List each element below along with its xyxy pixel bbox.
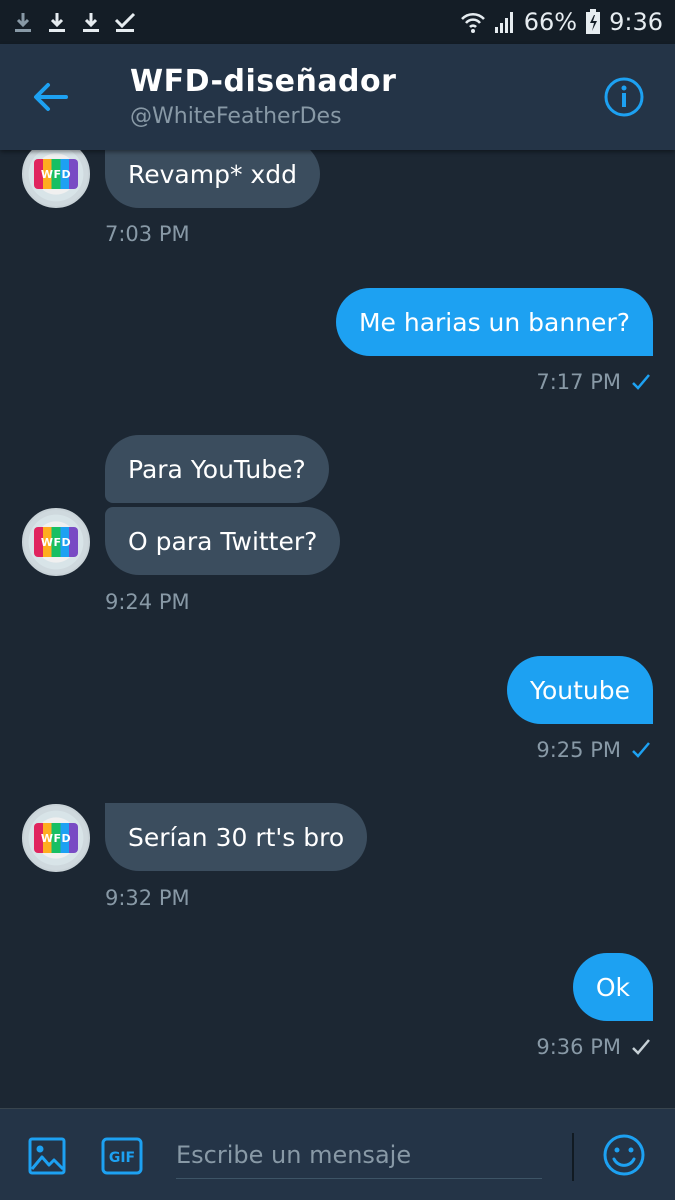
wifi-icon xyxy=(460,10,486,34)
message-input[interactable] xyxy=(176,1131,542,1179)
message-time: 9:25 PM xyxy=(536,738,621,762)
read-check-icon xyxy=(632,374,650,390)
message-time: 9:36 PM xyxy=(536,1035,621,1059)
message-bubble-incoming[interactable]: Para YouTube? xyxy=(105,435,329,503)
add-gif-button[interactable]: GIF xyxy=(101,1135,143,1177)
message-time: 9:24 PM xyxy=(105,590,190,614)
check-icon xyxy=(114,9,136,35)
conversation-header: WFD-diseñador @WhiteFeatherDes xyxy=(0,44,675,150)
message-bubble-outgoing[interactable]: Youtube xyxy=(507,656,653,724)
conversation-handle: @WhiteFeatherDes xyxy=(130,104,342,129)
avatar[interactable]: WFD xyxy=(22,804,90,872)
message-composer: GIF xyxy=(0,1108,675,1200)
info-icon xyxy=(604,77,644,117)
message-time: 7:17 PM xyxy=(536,370,621,394)
battery-percent: 66% xyxy=(523,8,578,36)
back-button[interactable] xyxy=(30,77,70,117)
message-meta: 7:17 PM xyxy=(536,370,651,394)
message-thread[interactable]: WFD Revamp* xdd 7:03 PM Me harias un ban… xyxy=(0,150,675,1108)
image-icon xyxy=(28,1137,66,1175)
download-icon xyxy=(12,9,34,35)
gif-icon: GIF xyxy=(101,1137,143,1175)
composer-divider xyxy=(572,1133,574,1181)
gif-label: GIF xyxy=(109,1150,135,1166)
sent-check-icon xyxy=(632,1039,650,1055)
download-icon xyxy=(80,9,102,35)
message-meta: 9:25 PM xyxy=(536,738,651,762)
signal-icon xyxy=(494,10,516,34)
message-bubble-incoming[interactable]: Revamp* xdd xyxy=(105,150,320,208)
message-bubble-incoming[interactable]: Serían 30 rt's bro xyxy=(105,803,368,871)
info-button[interactable] xyxy=(603,76,645,118)
system-status: 66% 9:36 xyxy=(460,8,663,36)
conversation-title: WFD-diseñador xyxy=(130,64,397,99)
arrow-left-icon xyxy=(34,83,68,111)
message-time: 7:03 PM xyxy=(105,222,190,246)
notification-icons xyxy=(12,9,136,35)
avatar-logo-text: WFD xyxy=(40,535,72,549)
message-bubble-outgoing[interactable]: Me harias un banner? xyxy=(335,288,653,356)
avatar-logo-text: WFD xyxy=(40,831,72,845)
avatar[interactable]: WFD xyxy=(22,150,90,208)
avatar[interactable]: WFD xyxy=(22,508,90,576)
emoji-button[interactable] xyxy=(601,1132,647,1178)
message-bubble-incoming[interactable]: O para Twitter? xyxy=(105,507,341,575)
download-icon xyxy=(46,9,68,35)
avatar-logo-text: WFD xyxy=(40,167,72,181)
message-bubble-outgoing[interactable]: Ok xyxy=(572,953,653,1021)
status-bar: 66% 9:36 xyxy=(0,0,675,44)
add-image-button[interactable] xyxy=(26,1135,68,1177)
message-time: 9:32 PM xyxy=(105,886,190,910)
read-check-icon xyxy=(632,742,650,758)
smiley-icon xyxy=(603,1134,645,1176)
message-meta: 9:36 PM xyxy=(536,1035,651,1059)
battery-icon xyxy=(585,9,601,35)
status-time: 9:36 xyxy=(609,8,663,36)
